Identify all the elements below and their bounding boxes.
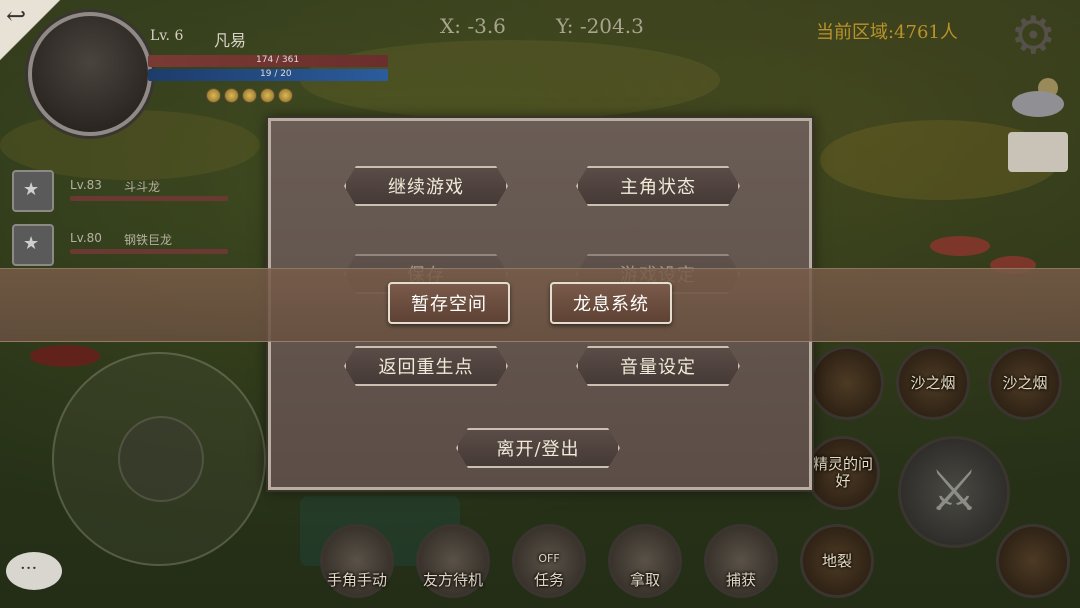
scroll-icon[interactable] — [1008, 132, 1068, 172]
return-respawn-button[interactable]: 返回重生点 — [344, 346, 508, 386]
buff-dot — [206, 88, 221, 103]
pet-level: Lv.83 — [70, 178, 102, 192]
player-avatar[interactable] — [28, 12, 152, 136]
quest-off-badge: OFF — [538, 552, 560, 565]
skill-sand-smoke[interactable]: 沙之烟 — [896, 346, 970, 420]
capture-button[interactable]: 捕获 — [704, 524, 778, 598]
pet-name: 斗斗龙 — [124, 180, 161, 194]
chat-bubble-icon: ··· — [20, 558, 38, 579]
buff-dot — [224, 88, 239, 103]
chat-button[interactable]: ··· — [6, 552, 62, 590]
skill-earth-crack[interactable]: 地裂 — [800, 524, 874, 598]
logout-button[interactable]: 离开/登出 — [456, 428, 620, 468]
quest-button[interactable]: OFF 任务 — [512, 524, 586, 598]
coord-x: X: -3.6 — [440, 14, 506, 38]
skill-sand-smoke[interactable]: 沙之烟 — [988, 346, 1062, 420]
hp-text: 174 / 361 — [256, 55, 300, 65]
back-arrow-icon: ↩ — [6, 2, 27, 30]
pet-slot-lock-icon[interactable]: ★ — [12, 224, 54, 266]
pet-hp-bar — [70, 249, 228, 254]
player-level: Lv. 6 — [150, 28, 184, 44]
pickup-button[interactable]: 拿取 — [608, 524, 682, 598]
pet-hp-bar — [70, 196, 228, 201]
pet-slot-lock-icon[interactable]: ★ — [12, 170, 54, 212]
volume-settings-button[interactable]: 音量设定 — [576, 346, 740, 386]
skill-slot[interactable] — [810, 346, 884, 420]
joystick-knob[interactable] — [118, 416, 204, 502]
coord-y: Y: -204.3 — [556, 14, 644, 38]
manual-toggle-button[interactable]: 手角手动 — [320, 524, 394, 598]
hp-bar: 174 / 361 — [148, 55, 388, 67]
dragon-breath-system-button[interactable]: 龙息系统 — [550, 282, 672, 324]
buff-dot — [242, 88, 257, 103]
submenu-ribbon — [0, 268, 1080, 342]
area-population: 当前区域:4761人 — [816, 22, 958, 43]
ally-standby-button[interactable]: 友方待机 — [416, 524, 490, 598]
continue-game-button[interactable]: 继续游戏 — [344, 166, 508, 206]
mp-bar: 19 / 20 — [148, 69, 388, 81]
storage-space-button[interactable]: 暂存空间 — [388, 282, 510, 324]
pet-level: Lv.80 — [70, 231, 102, 245]
buff-dot — [260, 88, 275, 103]
skill-slot[interactable] — [996, 524, 1070, 598]
skill-spirit-greeting[interactable]: 精灵的问好 — [806, 436, 880, 510]
buff-dot — [278, 88, 293, 103]
pet-name: 钢铁巨龙 — [124, 233, 173, 247]
character-status-button[interactable]: 主角状态 — [576, 166, 740, 206]
attack-sword-button[interactable]: ⚔ — [898, 436, 1010, 548]
weather-icon[interactable] — [1008, 72, 1070, 120]
sword-icon: ⚔ — [929, 459, 980, 524]
player-name: 凡易 — [214, 31, 247, 50]
gear-icon[interactable]: ⚙ — [1010, 10, 1057, 62]
mp-text: 19 / 20 — [260, 69, 292, 79]
